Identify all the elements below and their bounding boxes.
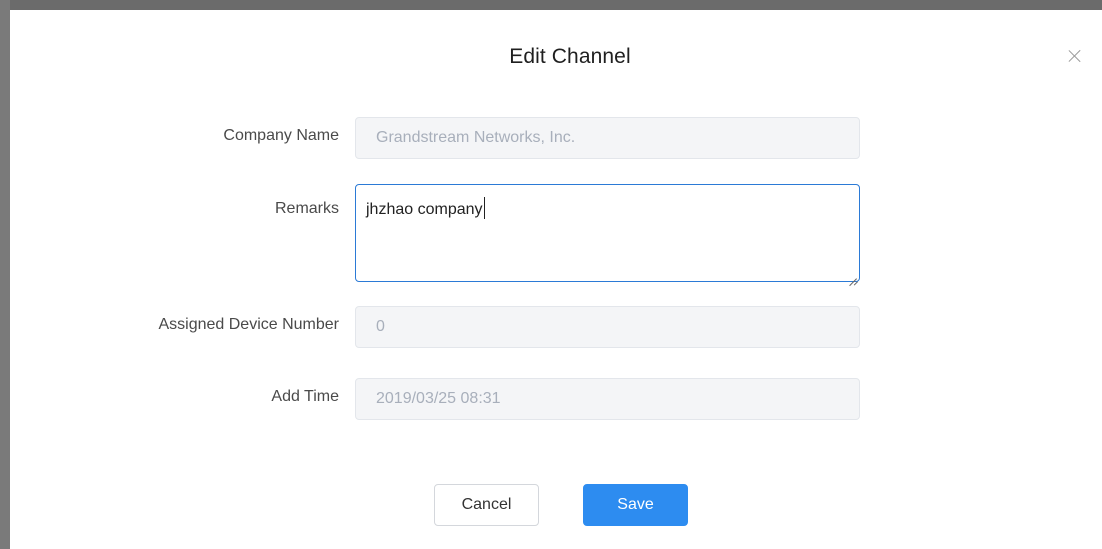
cancel-button[interactable]: Cancel <box>434 484 539 526</box>
remarks-text: jhzhao company <box>366 201 483 218</box>
remarks-textarea[interactable]: jhzhao company <box>355 184 860 282</box>
text-caret <box>483 197 485 219</box>
backdrop-left-edge <box>0 0 10 549</box>
remarks-label: Remarks <box>274 200 339 217</box>
company-name-field: Grandstream Networks, Inc. <box>355 117 860 159</box>
edit-channel-modal: Edit Channel Company Name Grandstream Ne… <box>10 10 1102 549</box>
company-name-label: Company Name <box>223 127 339 144</box>
close-icon[interactable] <box>1067 48 1083 64</box>
modal-title: Edit Channel <box>509 45 631 68</box>
assigned-device-number-label: Assigned Device Number <box>158 316 339 333</box>
resize-grip-icon[interactable] <box>849 271 857 279</box>
assigned-device-number-field: 0 <box>355 306 860 348</box>
save-button[interactable]: Save <box>583 484 688 526</box>
add-time-label: Add Time <box>271 388 339 405</box>
backdrop-top-edge <box>0 0 1102 10</box>
add-time-field: 2019/03/25 08:31 <box>355 378 860 420</box>
